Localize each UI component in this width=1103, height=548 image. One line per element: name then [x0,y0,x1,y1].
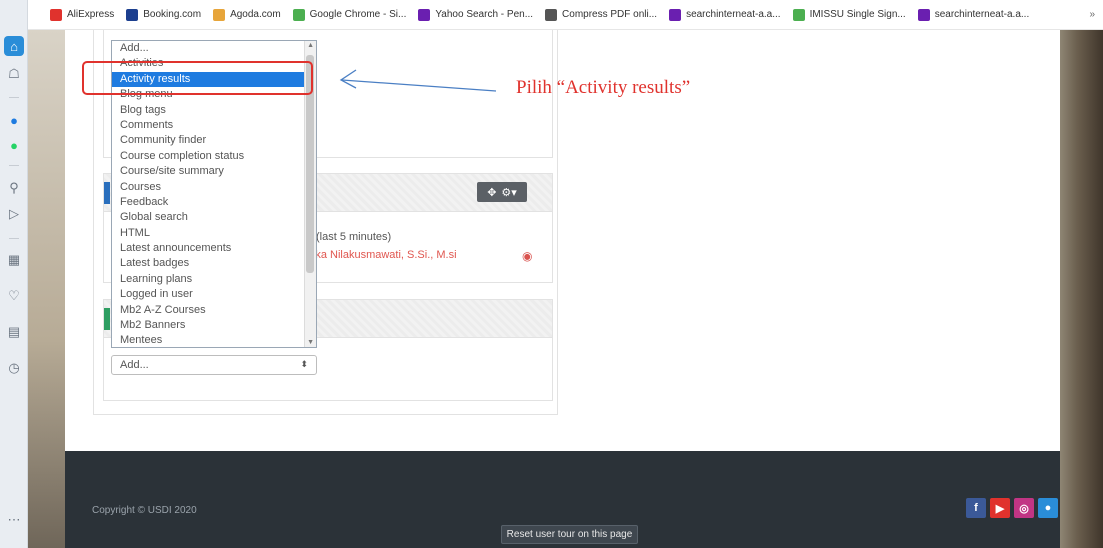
bookmark-item[interactable]: Agoda.com [213,8,281,21]
rail-divider [9,97,19,98]
gear-icon: ⚙▾ [501,186,517,199]
bookmark-label: Google Chrome - Si... [309,9,407,20]
bookmark-item[interactable]: Booking.com [126,8,202,21]
bookmark-item[interactable]: AliExpress [50,8,115,21]
bookmarks-more-button[interactable]: » [1089,9,1095,20]
scroll-up-icon[interactable]: ▲ [307,42,314,49]
online-period-text: (last 5 minutes) [316,231,392,243]
youtube-icon[interactable]: ▶ [990,498,1010,518]
bookmark-item[interactable]: IMISSU Single Sign... [792,8,906,21]
bookmark-item[interactable]: Google Chrome - Si... [292,8,407,21]
bookmark-favicon-icon [669,8,682,21]
select-arrow-icon: ⬍ [300,359,308,369]
bookmark-favicon-icon [213,8,226,21]
block-stripe [104,182,110,204]
dropdown-option[interactable]: Community finder [112,133,316,148]
bookmark-label: searchinterneat-a.a... [686,9,781,20]
more-icon[interactable]: ⋯ [4,510,24,530]
add-block-select[interactable]: Add... ⬍ [111,355,317,375]
dropdown-option[interactable]: Latest badges [112,256,316,271]
rail-divider [9,238,19,239]
browser-sidebar: ⌂ ☖ ● ● ⚲ ▷ ▦ ♡ ▤ ◷ ⋯ [0,0,28,548]
bookmark-favicon-icon [292,8,305,21]
bookmark-favicon-icon [418,8,431,21]
copyright-text: Copyright © USDI 2020 [92,505,197,516]
search-icon[interactable]: ⚲ [4,178,24,198]
dropdown-option[interactable]: Global search [112,210,316,225]
move-icon: ✥ [487,186,497,199]
dropdown-option[interactable]: Course completion status [112,149,316,164]
bookmark-label: IMISSU Single Sign... [809,9,906,20]
bookmark-item[interactable]: searchinterneat-a.a... [917,8,1030,21]
dropdown-option[interactable]: Mb2 A-Z Courses [112,303,316,318]
facebook-icon[interactable]: f [966,498,986,518]
dropdown-option[interactable]: Learning plans [112,272,316,287]
bookmark-favicon-icon [50,8,62,21]
bookmark-favicon-icon [126,8,139,21]
globe-icon[interactable]: ● [1038,498,1058,518]
history-clock-icon[interactable]: ◷ [4,358,24,378]
annotation-text: Pilih “Activity results” [516,77,691,98]
block-stripe [104,308,110,330]
instagram-icon[interactable]: ◎ [1014,498,1034,518]
dropdown-option[interactable]: Mb2 Banners [112,318,316,333]
send-icon[interactable]: ▷ [4,204,24,224]
bookmark-item[interactable]: Compress PDF onli... [545,8,658,21]
bookmark-label: Booking.com [143,9,202,20]
dropdown-option[interactable]: HTML [112,226,316,241]
bookmark-favicon-icon [917,8,930,21]
dropdown-option[interactable]: Comments [112,118,316,133]
home-app-icon[interactable]: ⌂ [4,36,24,56]
whatsapp-icon[interactable]: ● [4,135,24,155]
dropdown-option[interactable]: Course/site summary [112,164,316,179]
bookmark-label: AliExpress [67,9,115,20]
dropdown-option[interactable]: Courses [112,180,316,195]
bookmark-label: Yahoo Search - Pen... [435,9,534,20]
bookmark-label: Compress PDF onli... [562,9,658,20]
page-background-right [1060,30,1103,548]
block-actions-button[interactable]: ✥ ⚙▾ [477,182,527,202]
pin-icon[interactable]: ☖ [4,64,24,84]
online-user-link[interactable]: Eka Nilakusmawati, S.Si., M.si [308,249,457,261]
dropdown-option[interactable]: Mentees [112,333,316,347]
page-background-left [28,30,65,548]
messenger-icon[interactable]: ● [4,110,24,130]
scroll-down-icon[interactable]: ▼ [307,339,314,346]
dropdown-option[interactable]: Feedback [112,195,316,210]
dropdown-option[interactable]: Add... [112,41,316,56]
bookmark-label: Agoda.com [230,9,281,20]
dropdown-option[interactable]: Logged in user [112,287,316,302]
reader-icon[interactable]: ▤ [4,322,24,342]
dropdown-option[interactable]: Latest announcements [112,241,316,256]
bookmark-item[interactable]: searchinterneat-a.a... [669,8,781,21]
add-block-select-value: Add... [120,359,149,371]
reset-tour-button[interactable]: Reset user tour on this page [501,525,638,544]
bookmarks-bar: AliExpress Booking.com Agoda.com Google Chr… [28,0,1103,30]
highlight-box [82,61,313,95]
annotation-arrow-icon [339,69,497,92]
eye-icon[interactable]: ◉ [522,249,532,263]
rail-divider [9,165,19,166]
bookmark-favicon-icon [545,8,558,21]
bookmark-favicon-icon [792,8,805,21]
dropdown-option[interactable]: Blog tags [112,103,316,118]
apps-grid-icon[interactable]: ▦ [4,250,24,270]
bookmark-label: searchinterneat-a.a... [934,9,1030,20]
bookmark-item[interactable]: Yahoo Search - Pen... [418,8,534,21]
heart-icon[interactable]: ♡ [4,286,24,306]
